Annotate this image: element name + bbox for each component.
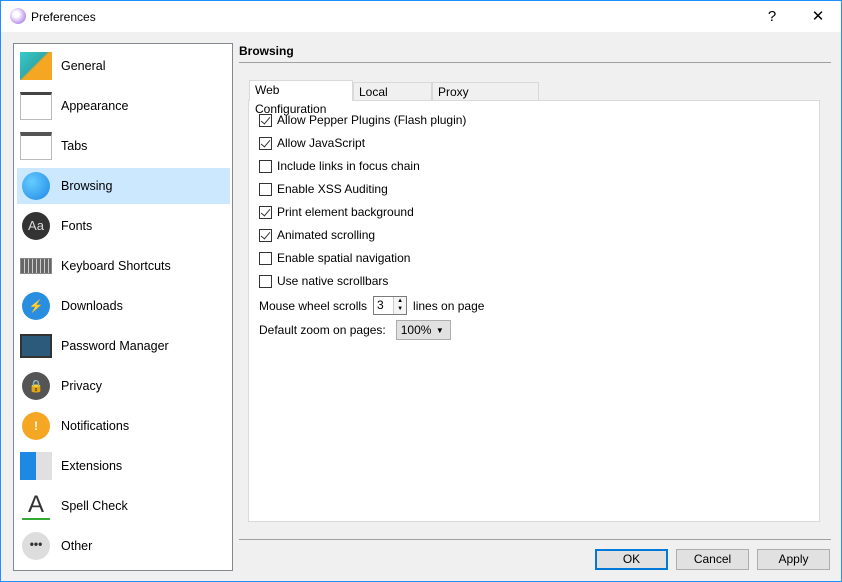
ok-button[interactable]: OK [595, 549, 668, 570]
sidebar-item-label: Downloads [61, 299, 123, 313]
checkbox-label: Allow JavaScript [277, 136, 366, 150]
checkbox-label: Use native scrollbars [277, 274, 389, 288]
appearance-window-icon [20, 90, 52, 122]
tab-proxy-configuration[interactable]: Proxy Configuration [432, 82, 539, 117]
sidebar-item-privacy[interactable]: 🔒 Privacy [17, 368, 230, 404]
checkbox[interactable] [259, 251, 272, 265]
divider [239, 62, 831, 63]
zoom-dropdown[interactable]: 100% ▼ [395, 320, 451, 340]
help-button[interactable]: ? [749, 1, 795, 32]
checkbox-label: Enable spatial navigation [277, 251, 411, 265]
checkbox-label: Include links in focus chain [277, 159, 420, 173]
apply-button[interactable]: Apply [757, 549, 830, 570]
extensions-icon [20, 450, 52, 482]
general-settings-icon [20, 50, 52, 82]
option-checkbox[interactable]: Enable XSS Auditing [259, 182, 388, 196]
keyboard-icon [20, 250, 52, 282]
sidebar-item-tabs[interactable]: Tabs [17, 128, 230, 164]
checkbox[interactable] [259, 159, 272, 173]
sidebar-item-label: Privacy [61, 379, 102, 393]
mouse-wheel-row: Mouse wheel scrolls 3 ▲ ▼ lines on page [259, 296, 484, 315]
sidebar-item-label: General [61, 59, 106, 73]
checkbox[interactable] [259, 228, 272, 242]
notification-icon: ! [20, 410, 52, 442]
checkbox[interactable] [259, 136, 272, 150]
sidebar-item-extensions[interactable]: Extensions [17, 448, 230, 484]
checkbox[interactable] [259, 274, 272, 288]
tabs-window-icon [20, 130, 52, 162]
downloads-icon: ⚡ [20, 290, 52, 322]
spin-up-icon[interactable]: ▲ [394, 297, 406, 305]
fonts-icon: Aa [20, 210, 52, 242]
other-dots-icon: ••• [20, 530, 52, 562]
zoom-row: Default zoom on pages: 100% ▼ [259, 320, 451, 340]
sidebar-item-notifications[interactable]: ! Notifications [17, 408, 230, 444]
checkbox-label: Print element background [277, 205, 414, 219]
sidebar-item-spell-check[interactable]: A Spell Check [17, 488, 230, 524]
sidebar-item-browsing[interactable]: Browsing [17, 168, 230, 204]
wheel-lines-value[interactable]: 3 [374, 297, 393, 314]
title-bar: Preferences ? ✕ [1, 1, 841, 32]
checkbox[interactable] [259, 205, 272, 219]
sidebar-item-label: Extensions [61, 459, 123, 473]
wheel-label: Mouse wheel scrolls [259, 298, 368, 313]
checkbox[interactable] [259, 182, 272, 196]
password-manager-icon [20, 330, 52, 362]
sidebar-item-label: Other [61, 539, 93, 553]
checkbox-label: Enable XSS Auditing [277, 182, 388, 196]
tab-local-storage[interactable]: Local Storage [353, 82, 432, 117]
privacy-lock-icon: 🔒 [20, 370, 52, 402]
tab-web-configuration[interactable]: Web Configuration [249, 80, 353, 116]
sidebar-item-appearance[interactable]: Appearance [17, 88, 230, 124]
sidebar-item-other[interactable]: ••• Other [17, 528, 230, 564]
sidebar-item-label: Keyboard Shortcuts [61, 259, 171, 273]
category-list[interactable]: General Appearance Tabs Browsing Aa Fonts Keyb… [13, 43, 233, 571]
sidebar-item-fonts[interactable]: Aa Fonts [17, 208, 230, 244]
option-checkbox[interactable]: Enable spatial navigation [259, 251, 410, 265]
sidebar-item-label: Password Manager [61, 339, 169, 353]
spin-down-icon[interactable]: ▼ [394, 305, 406, 313]
app-logo-icon [10, 8, 26, 24]
sidebar-item-downloads[interactable]: ⚡ Downloads [17, 288, 230, 324]
cancel-button[interactable]: Cancel [676, 549, 749, 570]
sidebar-item-label: Fonts [61, 219, 93, 233]
globe-icon [20, 170, 52, 202]
spell-check-icon: A [20, 490, 52, 522]
section-title: Browsing [239, 44, 294, 58]
divider [239, 539, 831, 540]
zoom-value: 100% [400, 323, 432, 337]
option-checkbox[interactable]: Allow JavaScript [259, 136, 365, 150]
wheel-suffix: lines on page [413, 298, 485, 313]
option-checkbox[interactable]: Print element background [259, 205, 414, 219]
close-button[interactable]: ✕ [795, 1, 841, 32]
checkbox-label: Animated scrolling [277, 228, 376, 242]
wheel-lines-spinbox[interactable]: 3 ▲ ▼ [373, 296, 408, 315]
option-checkbox[interactable]: Animated scrolling [259, 228, 375, 242]
sidebar-item-label: Appearance [61, 99, 129, 113]
chevron-down-icon: ▼ [435, 325, 444, 335]
zoom-label: Default zoom on pages: [259, 323, 386, 337]
option-checkbox[interactable]: Include links in focus chain [259, 159, 420, 173]
sidebar-item-label: Tabs [61, 139, 88, 153]
sidebar-item-label: Browsing [61, 179, 113, 193]
sidebar-item-label: Notifications [61, 419, 130, 433]
sidebar-item-label: Spell Check [61, 499, 128, 513]
window-title: Preferences [31, 10, 96, 24]
option-checkbox[interactable]: Use native scrollbars [259, 274, 388, 288]
sidebar-item-keyboard-shortcuts[interactable]: Keyboard Shortcuts [17, 248, 230, 284]
sidebar-item-general[interactable]: General [17, 48, 230, 84]
sidebar-item-password-manager[interactable]: Password Manager [17, 328, 230, 364]
